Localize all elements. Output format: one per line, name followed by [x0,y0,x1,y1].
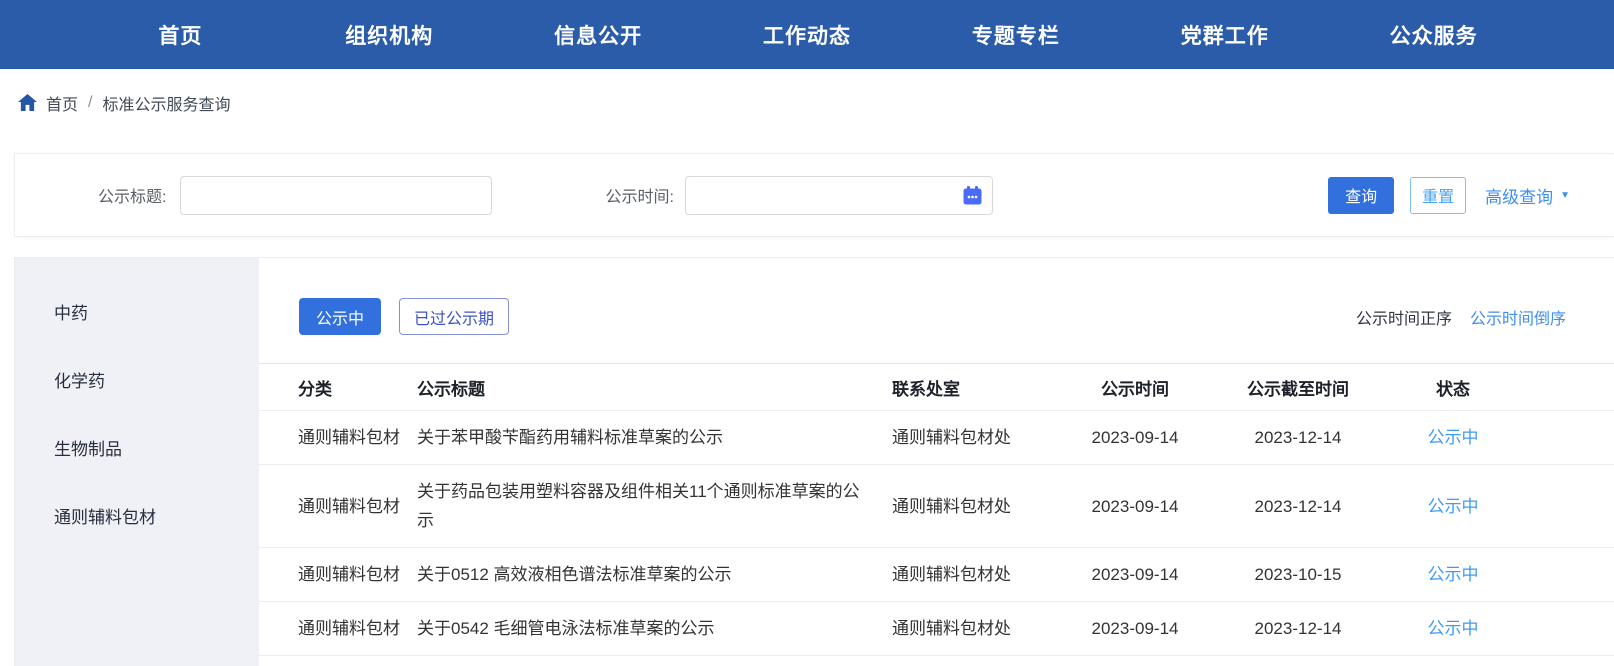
cell-office: 通则辅料包材处 [892,492,1062,521]
sort-controls: 公示时间正序 公示时间倒序 [1356,305,1566,329]
advanced-query-label: 高级查询 [1485,183,1553,208]
col-header-title: 公示标题 [417,375,892,400]
tab-in-publicity[interactable]: 公示中 [299,298,381,335]
status-filter-tabs: 公示中 已过公示期 [299,298,509,335]
cell-title: 关于0542 毛细管电泳法标准草案的公示 [417,614,892,643]
notice-title-input[interactable] [180,176,492,215]
sidebar-item-biological-products[interactable]: 生物制品 [15,416,259,484]
col-header-publish-time: 公示时间 [1062,375,1208,400]
nav-item-public-service[interactable]: 公众服务 [1329,20,1538,50]
table-row: 通则辅料包材 关于0542 毛细管电泳法标准草案的公示 通则辅料包材处 2023… [259,602,1614,656]
notice-time-field [685,176,993,215]
cell-office: 通则辅料包材处 [892,560,1062,589]
notice-title-label: 公示标题: [98,183,166,207]
cell-office: 通则辅料包材处 [892,423,1062,452]
cell-deadline: 2023-12-14 [1208,492,1388,521]
cell-title: 关于0512 高效液相色谱法标准草案的公示 [417,560,892,589]
content-area: 中药 化学药 生物制品 通则辅料包材 公示中 已过公示期 公示时间正序 公示时间… [14,257,1614,666]
breadcrumb: 首页 / 标准公示服务查询 [0,69,1614,136]
nav-item-work-news[interactable]: 工作动态 [703,20,912,50]
cell-category: 通则辅料包材 [259,614,417,643]
cell-deadline: 2023-12-14 [1208,614,1388,643]
cell-category: 通则辅料包材 [259,423,417,452]
search-panel: 公示标题: 公示时间: 查询 重置 高级查询 ▼ [14,153,1614,237]
category-sidebar: 中药 化学药 生物制品 通则辅料包材 [15,258,259,666]
nav-item-info-disclosure[interactable]: 信息公开 [494,20,703,50]
table-row: 通则辅料包材 关于苯甲酸苄酯药用辅料标准草案的公示 通则辅料包材处 2023-0… [259,411,1614,465]
results-toolbar: 公示中 已过公示期 公示时间正序 公示时间倒序 [299,298,1566,335]
sidebar-item-general-excipients-packaging[interactable]: 通则辅料包材 [15,484,259,552]
nav-item-organization[interactable]: 组织机构 [285,20,494,50]
table-row: 通则辅料包材 关于0512 高效液相色谱法标准草案的公示 通则辅料包材处 202… [259,548,1614,602]
col-header-deadline: 公示截至时间 [1208,375,1388,400]
status-link[interactable]: 公示中 [1428,565,1479,584]
cell-deadline: 2023-12-14 [1208,423,1388,452]
sort-time-descending[interactable]: 公示时间倒序 [1470,305,1566,329]
advanced-query-link[interactable]: 高级查询 ▼ [1485,183,1570,208]
cell-publish-time: 2023-09-14 [1062,492,1208,521]
col-header-office: 联系处室 [892,375,1062,400]
sidebar-item-tcm[interactable]: 中药 [15,280,259,348]
cell-publish-time: 2023-09-14 [1062,560,1208,589]
cell-category: 通则辅料包材 [259,560,417,589]
notice-table: 分类 公示标题 联系处室 公示时间 公示截至时间 状态 通则辅料包材 关于苯甲酸… [259,363,1614,656]
top-navigation: 首页 组织机构 信息公开 工作动态 专题专栏 党群工作 公众服务 [0,0,1614,69]
caret-down-icon: ▼ [1560,190,1570,201]
nav-item-special-topics[interactable]: 专题专栏 [911,20,1120,50]
search-actions: 查询 重置 高级查询 ▼ [1328,177,1570,214]
cell-title: 关于苯甲酸苄酯药用辅料标准草案的公示 [417,423,892,452]
notice-time-label: 公示时间: [605,183,673,207]
cell-category: 通则辅料包材 [259,492,417,521]
results-panel: 公示中 已过公示期 公示时间正序 公示时间倒序 分类 公示标题 联系处室 公示时… [259,258,1614,666]
cell-publish-time: 2023-09-14 [1062,423,1208,452]
home-icon [18,94,37,112]
sidebar-item-chemical-drugs[interactable]: 化学药 [15,348,259,416]
breadcrumb-separator: / [88,94,92,112]
nav-item-home[interactable]: 首页 [76,20,285,50]
status-link[interactable]: 公示中 [1428,619,1479,638]
sort-time-ascending[interactable]: 公示时间正序 [1356,305,1452,329]
col-header-status: 状态 [1388,375,1518,400]
cell-deadline: 2023-10-15 [1208,560,1388,589]
status-link[interactable]: 公示中 [1428,428,1479,447]
breadcrumb-current: 标准公示服务查询 [102,91,230,115]
cell-title: 关于药品包装用塑料容器及组件相关11个通则标准草案的公示 [417,477,892,535]
cell-publish-time: 2023-09-14 [1062,614,1208,643]
breadcrumb-home-link[interactable]: 首页 [46,91,78,115]
query-button[interactable]: 查询 [1328,177,1394,214]
reset-button[interactable]: 重置 [1410,177,1466,214]
notice-time-input[interactable] [685,176,993,215]
cell-office: 通则辅料包材处 [892,614,1062,643]
table-row: 通则辅料包材 关于药品包装用塑料容器及组件相关11个通则标准草案的公示 通则辅料… [259,465,1614,548]
nav-item-party-work[interactable]: 党群工作 [1120,20,1329,50]
tab-publicity-expired[interactable]: 已过公示期 [399,298,509,335]
col-header-category: 分类 [259,375,417,400]
status-link[interactable]: 公示中 [1428,497,1479,516]
table-header-row: 分类 公示标题 联系处室 公示时间 公示截至时间 状态 [259,363,1614,411]
